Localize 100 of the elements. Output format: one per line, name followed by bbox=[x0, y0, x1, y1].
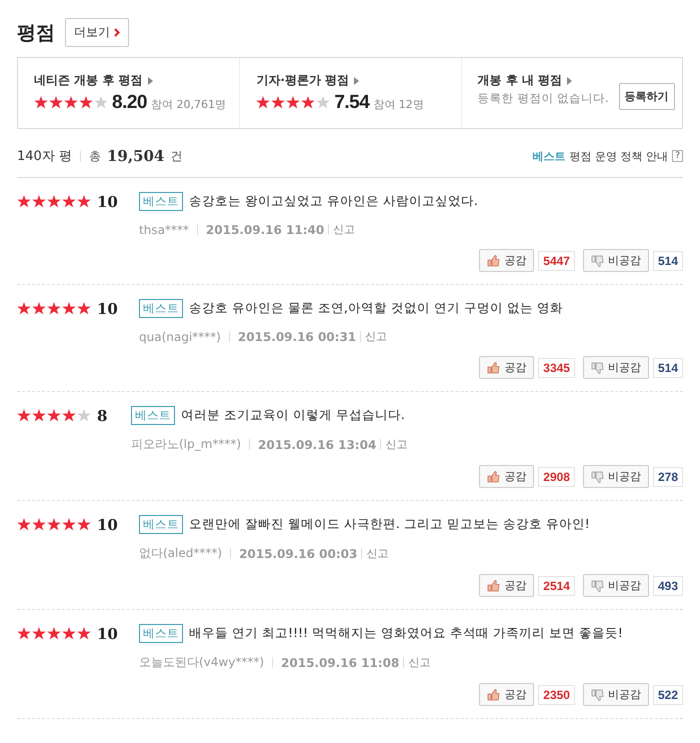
thumbs-up-icon bbox=[487, 254, 500, 266]
like-button[interactable]: 공감 bbox=[479, 249, 534, 272]
review-date: 2015.09.16 11:08 bbox=[281, 656, 400, 670]
star-icon bbox=[32, 627, 46, 640]
star-icon bbox=[32, 302, 46, 315]
review-score: 8 bbox=[97, 406, 108, 424]
star-icon bbox=[301, 96, 316, 108]
review-score: 10 bbox=[97, 516, 118, 534]
dislike-button[interactable]: 비공감 bbox=[582, 465, 649, 488]
review-type-label: 140자 평 bbox=[17, 148, 72, 165]
review-score: 10 bbox=[97, 300, 118, 318]
star-icon bbox=[47, 518, 61, 531]
thumbs-up-icon bbox=[487, 688, 500, 700]
dislike-button[interactable]: 비공감 bbox=[582, 574, 649, 597]
dislike-button[interactable]: 비공감 bbox=[582, 683, 649, 706]
review-text: 여러분 조기교육이 이렇게 무섭습니다. bbox=[181, 407, 405, 424]
thumbs-down-icon bbox=[590, 580, 604, 592]
help-icon[interactable]: ? bbox=[672, 150, 683, 162]
like-button[interactable]: 공감 bbox=[479, 356, 534, 379]
summary-label[interactable]: 개봉 후 내 평점 bbox=[478, 72, 562, 89]
star-icon bbox=[49, 96, 63, 108]
best-badge: 베스트 bbox=[139, 515, 183, 534]
summary-label[interactable]: 네티즌 개봉 후 평점 bbox=[34, 72, 143, 89]
star-icon bbox=[62, 302, 76, 315]
author-name: 오늘도된다(v4wy****) bbox=[139, 654, 264, 671]
participant-count: 참여 20,761명 bbox=[150, 97, 226, 112]
star-icon bbox=[17, 302, 31, 315]
star-icon bbox=[79, 96, 93, 108]
star-icon bbox=[47, 195, 61, 208]
review-date: 2015.09.16 00:31 bbox=[238, 330, 356, 344]
report-link[interactable]: 신고 bbox=[333, 222, 356, 237]
total-label: 총 bbox=[88, 148, 101, 164]
star-icon bbox=[77, 302, 91, 315]
star-icon bbox=[32, 409, 46, 422]
empty-message: 등록한 평점이 없습니다. bbox=[478, 91, 609, 106]
thumbs-down-icon bbox=[590, 688, 604, 700]
author-name: 피오라노(lp_m****) bbox=[131, 436, 242, 453]
best-badge: 베스트 bbox=[131, 406, 175, 425]
policy-highlight: 베스트 bbox=[532, 148, 566, 164]
star-icon bbox=[77, 627, 91, 640]
best-badge: 베스트 bbox=[139, 192, 183, 211]
review-date: 2015.09.16 00:03 bbox=[239, 546, 358, 560]
report-link[interactable]: 신고 bbox=[408, 655, 430, 670]
thumbs-up-icon bbox=[487, 580, 500, 592]
like-count: 2514 bbox=[538, 576, 575, 596]
dislike-count: 514 bbox=[652, 358, 683, 378]
thumbs-up-icon bbox=[487, 362, 500, 374]
report-link[interactable]: 신고 bbox=[385, 437, 408, 452]
caret-icon bbox=[567, 76, 572, 84]
policy-link[interactable]: 평점 운영 정책 안내 bbox=[570, 148, 668, 164]
caret-icon bbox=[148, 76, 153, 84]
review-date: 2015.09.16 13:04 bbox=[258, 438, 376, 452]
dislike-count: 522 bbox=[652, 684, 683, 704]
like-count: 2908 bbox=[538, 466, 575, 486]
star-icon bbox=[17, 627, 31, 640]
report-link[interactable]: 신고 bbox=[365, 329, 388, 344]
author-name: 없다(aled****) bbox=[139, 545, 222, 562]
star-icon bbox=[17, 195, 31, 208]
star-icon bbox=[62, 195, 76, 208]
like-button[interactable]: 공감 bbox=[479, 465, 534, 488]
star-icon bbox=[77, 409, 91, 422]
thumbs-down-icon bbox=[590, 362, 604, 374]
review-text: 송강호 유아인은 물론 조연,아역할 것없이 연기 구멍이 없는 영화 bbox=[189, 300, 563, 317]
more-button[interactable]: 더보기 bbox=[65, 18, 129, 47]
average-score: 8.20 bbox=[112, 92, 147, 114]
total-count: 19,504 bbox=[106, 147, 164, 165]
star-icon bbox=[47, 627, 61, 640]
review-score: 10 bbox=[97, 624, 118, 642]
best-badge: 베스트 bbox=[139, 299, 183, 318]
star-icon bbox=[77, 195, 91, 208]
like-button[interactable]: 공감 bbox=[479, 574, 534, 597]
star-icon bbox=[286, 96, 300, 108]
section-title: 평점 bbox=[17, 20, 55, 46]
summary-label[interactable]: 기자·평론가 평점 bbox=[256, 72, 350, 89]
star-icon bbox=[64, 96, 78, 108]
star-icon bbox=[32, 195, 46, 208]
report-link[interactable]: 신고 bbox=[366, 546, 388, 561]
dislike-button[interactable]: 비공감 bbox=[582, 356, 649, 379]
register-button[interactable]: 등록하기 bbox=[618, 83, 675, 110]
star-icon bbox=[94, 96, 108, 108]
star-icon bbox=[17, 409, 31, 422]
star-icon bbox=[271, 96, 286, 108]
star-icon bbox=[62, 627, 76, 640]
author-name: thsa**** bbox=[139, 222, 189, 236]
review-text: 오랜만에 잘빠진 웰메이드 사극한편. 그리고 믿고보는 송강호 유아인! bbox=[189, 516, 590, 533]
caret-icon bbox=[354, 76, 360, 84]
best-badge: 베스트 bbox=[139, 624, 183, 643]
star-icon bbox=[62, 409, 76, 422]
star-icon bbox=[17, 518, 31, 531]
like-count: 5447 bbox=[538, 250, 575, 270]
dislike-count: 514 bbox=[652, 250, 683, 270]
like-button[interactable]: 공감 bbox=[479, 683, 534, 706]
star-icon bbox=[256, 96, 270, 108]
thumbs-down-icon bbox=[590, 470, 604, 482]
chevron-icon bbox=[114, 28, 120, 37]
review-text: 배우들 연기 최고!!!! 먹먹해지는 영화였어요 추석때 가족끼리 보면 좋을듯! bbox=[189, 625, 623, 642]
star-icon bbox=[316, 96, 330, 108]
dislike-button[interactable]: 비공감 bbox=[582, 249, 649, 272]
dislike-count: 493 bbox=[652, 576, 683, 596]
dislike-count: 278 bbox=[652, 466, 683, 486]
